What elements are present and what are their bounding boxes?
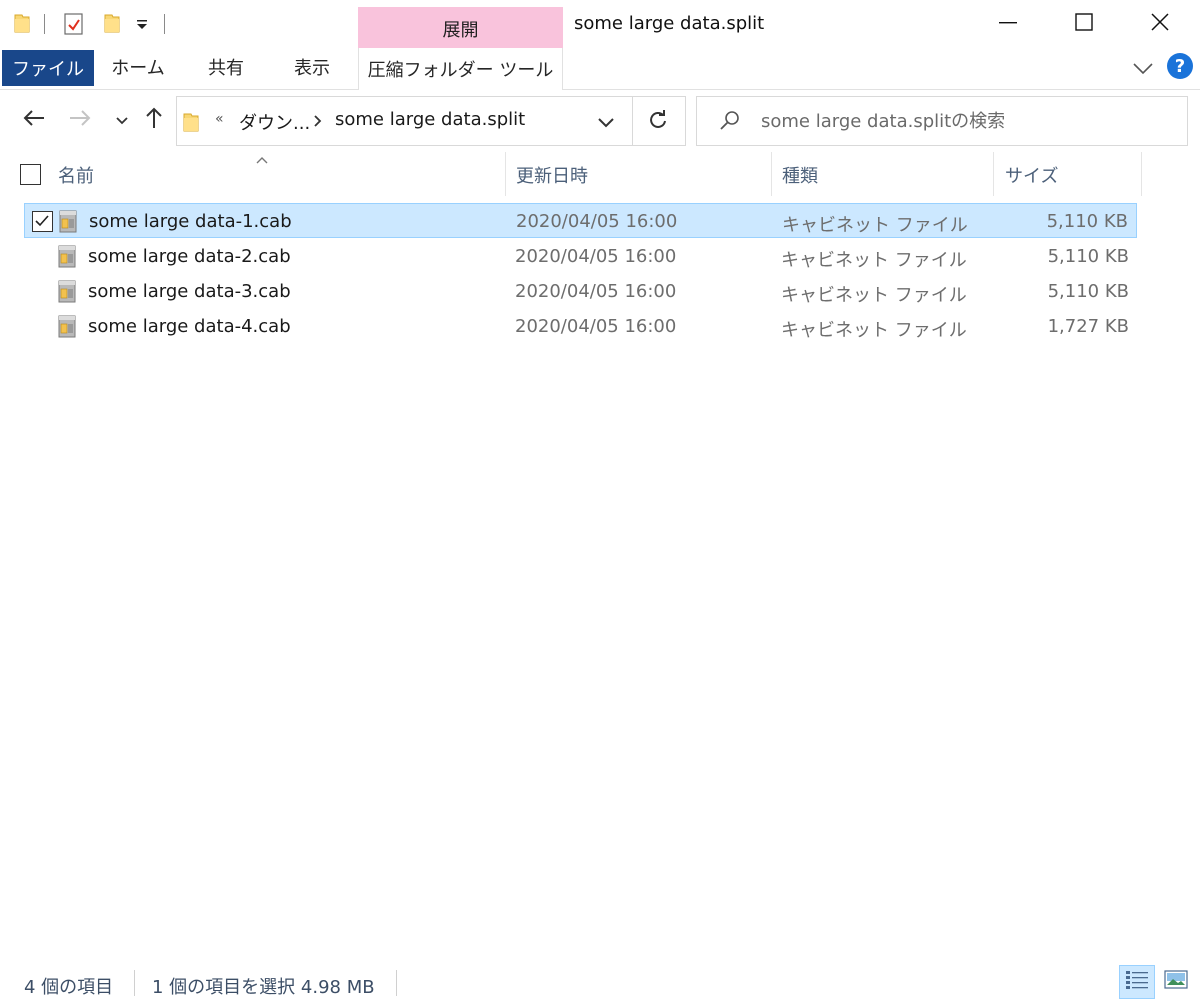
file-type: キャビネット ファイル [781,250,967,271]
file-size: 5,110 KB [1047,246,1129,267]
cabinet-file-icon [57,208,79,234]
column-header-type[interactable]: 種類 [782,162,818,188]
maximize-icon [1075,13,1093,35]
column-header-size[interactable]: サイズ [1005,162,1058,188]
search-box [696,96,1188,146]
file-type: キャビネット ファイル [781,285,967,306]
ribbon-tabs: ファイル ホーム 共有 表示 圧縮フォルダー ツール ? [0,48,1200,90]
breadcrumb-chevron-icon[interactable] [313,113,323,132]
file-name: some large data-2.cab [88,246,291,267]
recent-dropdown-icon [115,111,129,130]
details-view-icon [1125,969,1149,995]
status-selection: 1 個の項目を選択 4.98 MB [152,977,375,998]
cabinet-file-icon [56,313,78,339]
minimize-icon [999,13,1017,35]
column-header-date[interactable]: 更新日時 [516,162,588,188]
column-divider[interactable] [1141,152,1142,196]
minimize-button[interactable] [970,0,1046,48]
recent-locations-button[interactable] [108,106,136,134]
folder-icon [183,111,199,137]
file-size: 1,727 KB [1047,316,1129,337]
expand-ribbon-chevron-icon[interactable] [1130,56,1156,80]
address-divider [632,97,633,145]
title-bar: 展開 some large data.split [0,0,1200,48]
properties-icon[interactable] [64,12,84,36]
search-icon [719,110,741,136]
file-row[interactable]: some large data-1.cab 2020/04/05 16:00 キ… [24,203,1137,238]
file-date: 2020/04/05 16:00 [515,281,677,302]
column-divider[interactable] [505,152,506,196]
column-headers: 名前 更新日時 種類 サイズ [0,152,1200,196]
large-icons-view-icon [1164,970,1188,994]
address-bar[interactable]: « ダウン... some large data.split [176,96,686,146]
help-button[interactable]: ? [1167,53,1193,79]
breadcrumb-current-folder[interactable]: some large data.split [335,109,525,130]
breadcrumb-overflow[interactable]: « [215,111,224,127]
status-divider [134,970,135,996]
file-date: 2020/04/05 16:00 [515,316,677,337]
file-name: some large data-3.cab [88,281,291,302]
tab-home[interactable]: ホーム [100,48,176,86]
search-input[interactable] [761,107,1171,135]
up-button[interactable] [140,106,168,134]
tab-file[interactable]: ファイル [2,50,94,86]
back-button[interactable] [20,106,48,134]
status-bar: 4 個の項目 1 個の項目を選択 4.98 MB [0,960,1200,1004]
close-icon [1151,13,1169,35]
file-type: キャビネット ファイル [781,320,967,341]
status-divider [396,970,397,996]
up-arrow-icon [145,107,163,133]
context-tab-extract[interactable]: 展開 [358,7,563,48]
status-item-count: 4 個の項目 [24,977,114,998]
back-arrow-icon [23,109,45,131]
forward-arrow-icon [69,109,91,131]
file-size: 5,110 KB [1046,211,1128,232]
quick-access-divider [44,14,45,34]
select-all-checkbox[interactable] [20,164,41,185]
details-view-button[interactable] [1119,965,1155,999]
new-folder-icon[interactable] [104,12,120,38]
column-header-name[interactable]: 名前 [58,162,94,188]
file-name: some large data-1.cab [89,211,292,232]
forward-button[interactable] [66,106,94,134]
close-button[interactable] [1122,0,1198,48]
window-title: some large data.split [574,13,765,34]
navigation-bar: « ダウン... some large data.split [0,90,1200,152]
column-divider[interactable] [993,152,994,196]
file-date: 2020/04/05 16:00 [515,246,677,267]
file-row[interactable]: some large data-4.cab 2020/04/05 16:00 キ… [24,309,1137,344]
cabinet-file-icon [56,243,78,269]
sort-ascending-icon [255,150,269,169]
cabinet-file-icon [56,278,78,304]
file-row[interactable]: some large data-3.cab 2020/04/05 16:00 キ… [24,274,1137,309]
tab-compressed-folder-tools[interactable]: 圧縮フォルダー ツール [358,48,563,90]
file-size: 5,110 KB [1047,281,1129,302]
file-date: 2020/04/05 16:00 [516,211,678,232]
address-history-dropdown-icon[interactable] [595,111,617,133]
quick-access-divider-2 [164,14,165,34]
large-icons-view-button[interactable] [1158,965,1194,999]
folder-icon[interactable] [14,12,30,38]
file-type: キャビネット ファイル [782,215,968,236]
maximize-button[interactable] [1046,0,1122,48]
file-row[interactable]: some large data-2.cab 2020/04/05 16:00 キ… [24,239,1137,274]
row-checkbox-checked[interactable] [32,211,53,232]
refresh-icon [647,109,669,135]
file-name: some large data-4.cab [88,316,291,337]
breadcrumb-downloads[interactable]: ダウン... [239,109,310,135]
customize-dropdown-icon[interactable] [136,14,148,34]
refresh-button[interactable] [643,107,673,137]
tab-view[interactable]: 表示 [274,48,350,86]
tab-share[interactable]: 共有 [188,48,264,86]
column-divider[interactable] [771,152,772,196]
